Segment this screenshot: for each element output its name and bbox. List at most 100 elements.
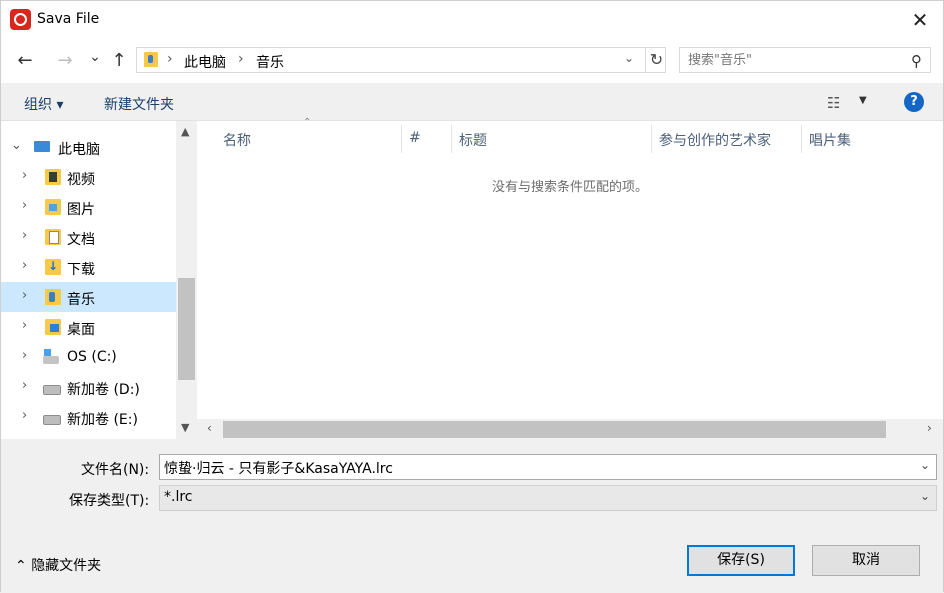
column-header-album[interactable]: 唱片集 xyxy=(809,130,851,150)
hide-folders-toggle[interactable]: ⌃ 隐藏文件夹 xyxy=(15,555,101,575)
chevron-right-icon[interactable]: › xyxy=(22,348,27,363)
app-icon xyxy=(10,9,31,30)
chevron-down-icon[interactable]: ⌄ xyxy=(920,458,930,472)
column-header-name[interactable]: 名称 xyxy=(223,130,251,150)
drive-icon xyxy=(43,379,61,395)
tree-item-desktop[interactable]: › 桌面 xyxy=(1,312,176,342)
breadcrumb-separator-icon[interactable]: › xyxy=(238,51,244,67)
search-input[interactable] xyxy=(688,51,898,69)
navigation-bar: ← → ⌄ ↑ › 此电脑 › 音乐 ⌄ ↻ ⚲ xyxy=(1,39,943,83)
breadcrumb-separator-icon[interactable]: › xyxy=(167,51,173,67)
chevron-up-icon[interactable]: ⌃ xyxy=(15,558,31,574)
view-details-icon[interactable]: ☷ xyxy=(827,94,840,112)
tree-item-label: 视频 xyxy=(67,172,95,188)
scroll-up-icon[interactable]: ▲ xyxy=(181,125,189,138)
video-folder-icon xyxy=(45,169,61,185)
scrollbar-thumb[interactable] xyxy=(223,421,886,438)
tree-item-downloads[interactable]: › 下载 xyxy=(1,252,176,282)
tree-item-music[interactable]: › 音乐 xyxy=(1,282,176,312)
forward-arrow-icon[interactable]: → xyxy=(53,49,77,73)
sort-ascending-icon: ⌃ xyxy=(303,117,312,128)
chevron-down-icon[interactable]: ⌄ xyxy=(920,489,930,503)
scrollbar-thumb[interactable] xyxy=(178,278,195,380)
tree-item-label: 此电脑 xyxy=(58,142,100,158)
address-bar[interactable]: › 此电脑 › 音乐 ⌄ ↻ xyxy=(136,47,666,73)
column-divider[interactable] xyxy=(451,125,452,153)
chevron-down-icon[interactable]: ⌄ xyxy=(11,138,22,153)
tree-item-pictures[interactable]: › 图片 xyxy=(1,192,176,222)
documents-folder-icon xyxy=(45,229,61,245)
tree-item-label: OS (C:) xyxy=(67,349,117,365)
pictures-folder-icon xyxy=(45,199,61,215)
tree-item-label: 文档 xyxy=(67,232,95,248)
cancel-button[interactable]: 取消 xyxy=(812,545,920,576)
chevron-right-icon[interactable]: › xyxy=(22,318,27,333)
tree-item-drive-d[interactable]: › 新加卷 (D:) xyxy=(1,372,176,402)
file-type-label: 保存类型(T): xyxy=(69,493,150,509)
scroll-left-icon[interactable]: ‹ xyxy=(207,421,212,435)
chevron-right-icon[interactable]: › xyxy=(22,198,27,213)
help-icon[interactable]: ? xyxy=(904,92,924,112)
tree-item-label: 音乐 xyxy=(67,292,95,308)
column-divider[interactable] xyxy=(651,125,652,153)
tree-item-videos[interactable]: › 视频 xyxy=(1,162,176,192)
downloads-folder-icon xyxy=(45,259,61,275)
window-title: Sava File xyxy=(37,11,100,27)
chevron-right-icon[interactable]: › xyxy=(22,378,27,393)
save-form: 文件名(N): 惊蛰·归云 - 只有影子&KasaYAYA.lrc ⌄ 保存类型… xyxy=(1,439,943,593)
file-list[interactable]: 名称 ⌃ # 标题 参与创作的艺术家 唱片集 没有与搜索条件匹配的项。 ‹ › xyxy=(197,117,943,439)
breadcrumb-this-pc[interactable]: 此电脑 xyxy=(184,52,226,72)
refresh-icon[interactable]: ↻ xyxy=(645,48,667,72)
file-list-horizontal-scrollbar[interactable]: ‹ › xyxy=(197,419,943,439)
desktop-folder-icon xyxy=(45,319,61,335)
chevron-right-icon[interactable]: › xyxy=(22,168,27,183)
scroll-down-icon[interactable]: ▼ xyxy=(181,421,189,434)
os-drive-icon xyxy=(43,349,59,365)
tree-item-label: 图片 xyxy=(67,202,95,218)
column-header-number[interactable]: # xyxy=(409,130,421,146)
tree-item-drive-c[interactable]: › OS (C:) xyxy=(1,342,176,372)
tree-item-documents[interactable]: › 文档 xyxy=(1,222,176,252)
pc-icon xyxy=(34,141,50,152)
filename-field[interactable]: 惊蛰·归云 - 只有影子&KasaYAYA.lrc ⌄ xyxy=(159,454,937,480)
recent-locations-chevron-icon[interactable]: ⌄ xyxy=(83,45,107,69)
empty-results-message: 没有与搜索条件匹配的项。 xyxy=(491,180,648,195)
tree-item-label: 桌面 xyxy=(67,322,95,338)
column-header-title[interactable]: 标题 xyxy=(459,130,487,150)
up-arrow-icon[interactable]: ↑ xyxy=(107,49,131,73)
scroll-right-icon[interactable]: › xyxy=(927,421,932,435)
tree-item-drive-e[interactable]: › 新加卷 (E:) xyxy=(1,402,176,432)
column-divider[interactable] xyxy=(801,125,802,153)
chevron-right-icon[interactable]: › xyxy=(22,228,27,243)
music-folder-icon xyxy=(144,52,158,67)
file-type-select[interactable]: *.lrc ⌄ xyxy=(159,485,937,511)
view-options-dropdown-icon[interactable]: ▼ xyxy=(859,95,867,106)
chevron-right-icon[interactable]: › xyxy=(22,408,27,423)
save-button[interactable]: 保存(S) xyxy=(687,545,795,576)
back-arrow-icon[interactable]: ← xyxy=(13,49,37,73)
address-dropdown-icon[interactable]: ⌄ xyxy=(624,51,634,65)
tree-item-label: 下载 xyxy=(67,262,95,278)
close-icon[interactable]: ✕ xyxy=(897,1,943,39)
tree-item-this-pc[interactable]: ⌄ 此电脑 xyxy=(1,132,176,162)
organize-menu-button[interactable]: 组织 ▾ xyxy=(24,94,63,114)
breadcrumb-music[interactable]: 音乐 xyxy=(256,52,284,72)
column-divider[interactable] xyxy=(401,125,402,153)
save-file-dialog: Sava File ✕ ← → ⌄ ↑ › 此电脑 › 音乐 ⌄ ↻ ⚲ 组织 … xyxy=(0,0,944,593)
music-folder-icon xyxy=(45,289,61,305)
file-type-value[interactable]: *.lrc xyxy=(164,489,193,505)
command-toolbar: 组织 ▾ 新建文件夹 ☷ ▼ ? xyxy=(1,83,943,121)
navigation-pane-scrollbar[interactable]: ▲ ▼ xyxy=(176,121,197,439)
search-box[interactable]: ⚲ xyxy=(679,47,931,73)
hide-folders-label[interactable]: 隐藏文件夹 xyxy=(31,558,101,574)
drive-icon xyxy=(43,409,61,425)
filename-value[interactable]: 惊蛰·归云 - 只有影子&KasaYAYA.lrc xyxy=(164,458,393,478)
tree-item-label: 新加卷 (D:) xyxy=(67,382,140,398)
chevron-right-icon[interactable]: › xyxy=(22,288,27,303)
navigation-pane[interactable]: ⌄ 此电脑 › 视频 › 图片 › 文档 › 下载 › 音乐 xyxy=(1,121,197,439)
search-icon[interactable]: ⚲ xyxy=(911,52,922,70)
new-folder-button[interactable]: 新建文件夹 xyxy=(104,94,174,114)
filename-label: 文件名(N): xyxy=(81,462,150,478)
column-header-contributing-artists[interactable]: 参与创作的艺术家 xyxy=(659,130,771,150)
chevron-right-icon[interactable]: › xyxy=(22,258,27,273)
